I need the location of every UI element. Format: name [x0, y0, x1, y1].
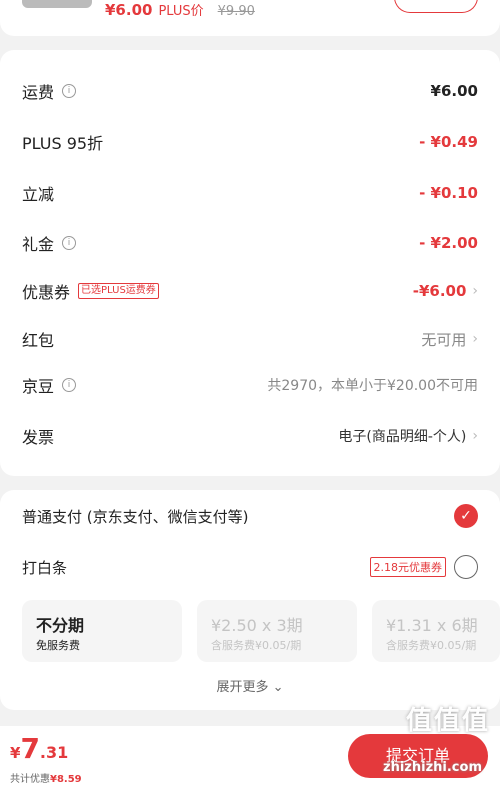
total-int: 7: [20, 732, 40, 765]
info-icon[interactable]: i: [62, 378, 77, 392]
total-dec: .31: [39, 743, 69, 762]
chevron-right-icon: ›: [472, 428, 478, 444]
pay-baitiao-label: 打白条: [22, 558, 68, 577]
fee-value: - ¥2.00: [419, 234, 478, 252]
info-icon[interactable]: i: [62, 84, 77, 98]
product-thumbnail: [22, 0, 92, 8]
fee-row-red-packet[interactable]: 红包 无可用 ›: [22, 324, 478, 354]
product-price: ¥6.00 PLUS价 ¥9.90: [105, 0, 255, 19]
watermark-url: zhizhizhi.com: [383, 760, 482, 775]
pay-normal-label: 普通支付 (京东支付、微信支付等): [22, 507, 249, 526]
payment-method-card: 普通支付 (京东支付、微信支付等) ✓ 打白条 2.18元优惠券 不分期 免服务…: [0, 490, 500, 710]
fee-label: 礼金: [22, 235, 55, 254]
installment-title: ¥1.31 x 6期: [386, 616, 478, 635]
fee-label: 运费: [22, 83, 55, 102]
info-icon[interactable]: i: [62, 236, 77, 250]
installment-option-none[interactable]: 不分期 免服务费: [22, 600, 182, 662]
order-fees-card: 运费 i ¥6.00 PLUS 95折 - ¥0.49 立减 - ¥0.10 礼…: [0, 50, 500, 476]
baitiao-coupon-badge: 2.18元优惠券: [369, 557, 446, 577]
installment-sub: 含服务费¥0.05/期: [386, 639, 477, 652]
fee-label: 立减: [22, 185, 55, 204]
total-saving: 共计优惠¥8.59: [10, 770, 82, 785]
fee-value: - ¥0.49: [419, 133, 478, 151]
fee-value: -¥6.00: [412, 282, 467, 300]
radio-icon[interactable]: [454, 555, 478, 579]
chevron-right-icon: ›: [472, 331, 478, 347]
fee-value: - ¥0.10: [419, 184, 478, 202]
fee-row-gift-money: 礼金 i - ¥2.00: [22, 228, 478, 258]
watermark-logo: 值值值: [405, 706, 490, 736]
fee-value: 无可用: [421, 330, 467, 349]
fee-row-coupon[interactable]: 优惠券 已选PLUS运费券 -¥6.00 ›: [22, 276, 478, 306]
product-summary-card: ¥6.00 PLUS价 ¥9.90: [0, 0, 500, 36]
plus-price-label: PLUS价: [158, 4, 204, 19]
chevron-right-icon: ›: [472, 283, 478, 299]
fee-row-shipping: 运费 i ¥6.00: [22, 76, 478, 106]
fee-label: 红包: [22, 331, 55, 350]
installment-sub: 含服务费¥0.05/期: [211, 639, 302, 652]
installment-option-6[interactable]: ¥1.31 x 6期 含服务费¥0.05/期: [372, 600, 500, 662]
installment-title: ¥2.50 x 3期: [211, 616, 303, 635]
fee-label: 发票: [22, 428, 55, 447]
pay-normal-row[interactable]: 普通支付 (京东支付、微信支付等): [22, 501, 478, 531]
fee-label: 京豆: [22, 377, 55, 396]
saving-label: 共计优惠: [10, 774, 50, 785]
installment-title: 不分期: [36, 616, 85, 635]
original-price: ¥9.90: [217, 4, 255, 19]
fee-label: 优惠券: [22, 283, 71, 302]
coupon-tag: 已选PLUS运费券: [78, 283, 159, 299]
saving-value: ¥8.59: [50, 774, 82, 785]
product-action-button[interactable]: [394, 0, 478, 13]
fee-label: PLUS 95折: [22, 134, 104, 153]
fee-row-plus-discount: PLUS 95折 - ¥0.49: [22, 127, 478, 157]
fee-value: ¥6.00: [430, 82, 478, 100]
expand-more-button[interactable]: 展开更多 ⌄: [0, 676, 500, 695]
plus-price: ¥6.00: [105, 1, 153, 19]
currency-symbol: ¥: [10, 744, 21, 762]
fee-row-jingdou: 京豆 i 共2970，本单小于¥20.00不可用: [22, 370, 478, 400]
installment-option-3[interactable]: ¥2.50 x 3期 含服务费¥0.05/期: [197, 600, 357, 662]
installment-sub: 免服务费: [36, 639, 80, 652]
total-price: ¥7.31: [10, 732, 68, 765]
fee-row-invoice[interactable]: 发票 电子(商品明细-个人) ›: [22, 421, 478, 451]
checkmark-icon[interactable]: ✓: [454, 504, 478, 528]
fee-row-instant-cut: 立减 - ¥0.10: [22, 178, 478, 208]
fee-value: 电子(商品明细-个人): [338, 429, 467, 445]
fee-value: 共2970，本单小于¥20.00不可用: [267, 378, 478, 394]
